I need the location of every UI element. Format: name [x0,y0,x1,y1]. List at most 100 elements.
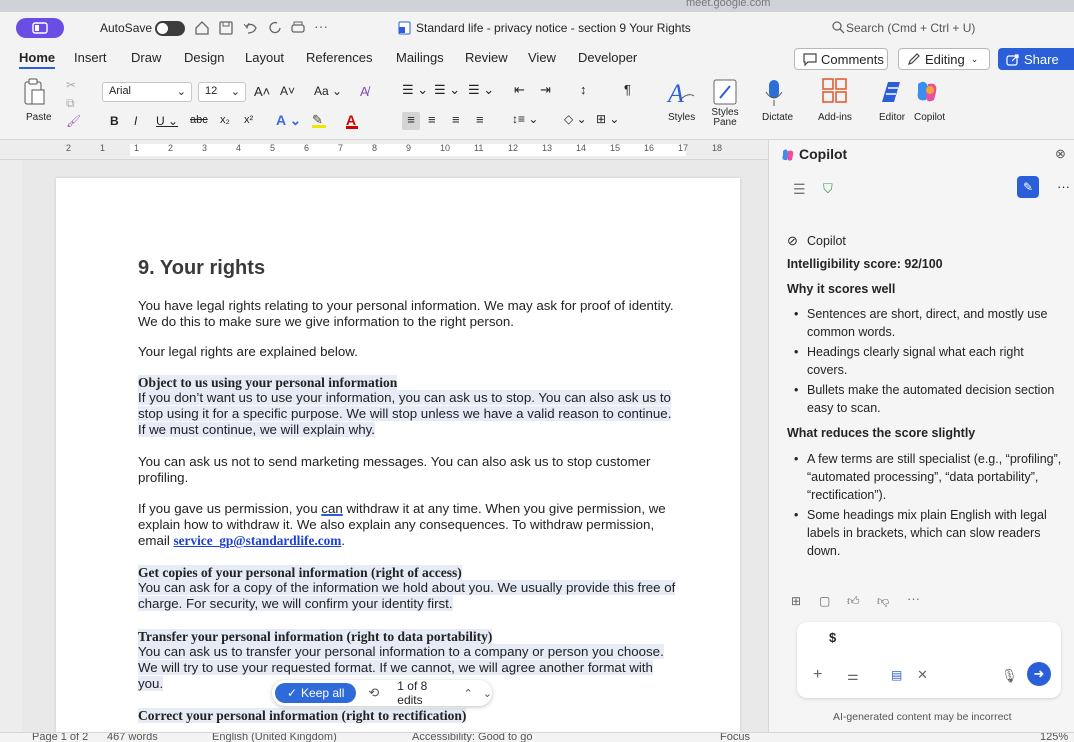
change-case-button[interactable]: Aa ⌄ [314,84,342,98]
clear-formatting-icon[interactable]: A̸ [360,84,369,99]
undo-icon[interactable] [242,20,264,36]
more-icon[interactable]: ··· [1057,178,1070,196]
align-center-button[interactable]: ≡ [428,112,436,127]
text-effects-button[interactable]: A ⌄ [276,112,301,129]
superscript-button[interactable]: x² [244,114,253,126]
align-right-button[interactable]: ≡ [452,112,460,127]
language[interactable]: English (United Kingdom) [212,733,337,742]
horizontal-ruler[interactable]: 2 1 1 2 3 4 5 6 7 8 9 10 11 12 13 14 15 16 17 18 [0,140,768,160]
shield-check-icon[interactable]: ⛉ [823,180,833,198]
multilevel-list-button[interactable]: ☰ ⌄ [468,82,494,98]
chevron-down-icon[interactable]: ⌄ [483,687,492,700]
increase-indent-button[interactable]: ⇥ [540,82,551,98]
subscript-button[interactable]: x₂ [220,114,230,126]
settings-sliders-icon[interactable]: ⚌ [847,668,859,684]
tab-developer[interactable]: Developer [578,50,637,65]
menu-icon[interactable]: ☰ [793,180,806,198]
shrink-font-button[interactable]: A˅ [280,84,295,98]
plus-icon[interactable]: + [813,666,822,684]
editor-label: Editor [879,112,906,123]
more-icon[interactable]: ··· [907,590,920,608]
document-title[interactable]: Standard life - privacy notice - section… [416,21,691,35]
zoom-level[interactable]: 125% [1040,733,1068,742]
add-ins-icon[interactable] [822,78,848,104]
decrease-indent-button[interactable]: ⇤ [514,82,525,98]
close-icon[interactable]: ✕ [917,667,928,683]
line-spacing-button[interactable]: ↕≡ ⌄ [512,112,538,126]
chevron-up-icon[interactable]: ⌃ [464,687,473,700]
bullets-button[interactable]: ☰ ⌄ [402,82,428,98]
send-button[interactable]: ➜ [1027,662,1051,686]
accessibility-status[interactable]: Accessibility: Good to go [412,733,532,742]
redo-icon[interactable] [268,20,284,36]
copy-icon[interactable]: ▢ [819,592,830,610]
styles-icon[interactable]: A [666,78,696,108]
editor-icon[interactable] [878,78,904,106]
word-count[interactable]: 467 words [107,733,158,742]
font-size-select[interactable]: 12 ⌄ [198,82,246,102]
sidebar-toggle-button[interactable] [16,18,64,38]
tab-references[interactable]: References [306,50,372,65]
chat-input-box[interactable]: $ + ⚌ ▤ ✕ 🎙︎ ➜ [797,622,1061,698]
numbering-button[interactable]: ☰ ⌄ [434,82,460,98]
paste-icon[interactable] [22,78,48,108]
paragraph: If you gave us permission, you can withd… [138,501,666,548]
highlight-icon[interactable]: ✎ [312,112,326,128]
focus-button[interactable]: Focus [720,733,750,742]
italic-button[interactable]: I [134,114,137,128]
search-input[interactable]: Search (Cmd + Ctrl + U) [846,21,975,35]
insert-icon[interactable]: ⊞ [791,592,801,610]
print-icon[interactable] [290,20,306,36]
copy-icon[interactable]: ⧉ [66,96,75,111]
underline-button[interactable]: U ⌄ [156,114,178,128]
sort-button[interactable]: ↕ [580,82,587,97]
page-count[interactable]: Page 1 of 2 [32,733,88,742]
vertical-ruler[interactable] [0,160,22,732]
check-icon: ✓ [286,686,298,700]
dictate-icon[interactable] [764,78,784,108]
tab-mailings[interactable]: Mailings [396,50,444,65]
close-icon[interactable]: ⊗ [1055,145,1066,163]
edited-word[interactable]: can [321,501,342,516]
document-page[interactable]: 9. Your rights You have legal rights rel… [56,178,740,732]
tab-design[interactable]: Design [184,50,224,65]
home-icon[interactable] [194,20,210,36]
share-button[interactable]: Share [998,48,1074,70]
tab-draw[interactable]: Draw [131,50,161,65]
grow-font-button[interactable]: A˄ [254,84,270,99]
tab-insert[interactable]: Insert [74,50,107,65]
bold-button[interactable]: B [110,114,119,128]
new-chat-icon[interactable]: ✎ [1017,176,1039,198]
autosave-toggle[interactable] [155,21,185,36]
thumbs-up-icon[interactable]: 👍︎ [847,592,860,610]
copilot-icon[interactable] [914,80,940,104]
tab-layout[interactable]: Layout [245,50,284,65]
show-formatting-button[interactable]: ¶ [624,82,631,97]
tab-home[interactable]: Home [19,50,56,69]
editing-mode-button[interactable]: Editing ⌄ [898,48,990,70]
borders-button[interactable]: ⊞ ⌄ [596,112,619,126]
keep-all-button[interactable]: ✓ Keep all [275,683,357,703]
save-icon[interactable] [218,20,234,36]
chevron-down-icon: ⌄ [176,86,186,98]
undo-icon[interactable]: ⟲ [368,685,379,701]
font-color-button[interactable]: A [346,112,358,129]
tab-view[interactable]: View [528,50,556,65]
comments-button[interactable]: Comments [794,48,888,70]
email-link[interactable]: service_gp@standardlife.com [173,533,341,548]
more-icon[interactable]: ··· [314,18,328,34]
browser-tab-label[interactable]: meet.google.com [686,0,770,9]
styles-pane-icon[interactable] [712,78,738,106]
strikethrough-button[interactable]: abc [190,114,208,126]
font-family-select[interactable]: Arial ⌄ [102,82,192,102]
microphone-icon[interactable]: 🎙︎ [1001,668,1018,684]
justify-button[interactable]: ≡ [476,112,484,127]
chat-input[interactable]: $ [829,630,836,645]
tab-review[interactable]: Review [465,50,508,65]
format-painter-icon[interactable]: 🖌 [66,114,81,128]
shading-button[interactable]: ◇ ⌄ [564,112,587,126]
thumbs-down-icon[interactable]: 👎︎ [877,592,889,610]
align-left-button[interactable]: ≡ [402,112,420,130]
document-canvas[interactable]: 9. Your rights You have legal rights rel… [22,160,768,732]
cut-icon[interactable]: ✂ [66,78,76,92]
